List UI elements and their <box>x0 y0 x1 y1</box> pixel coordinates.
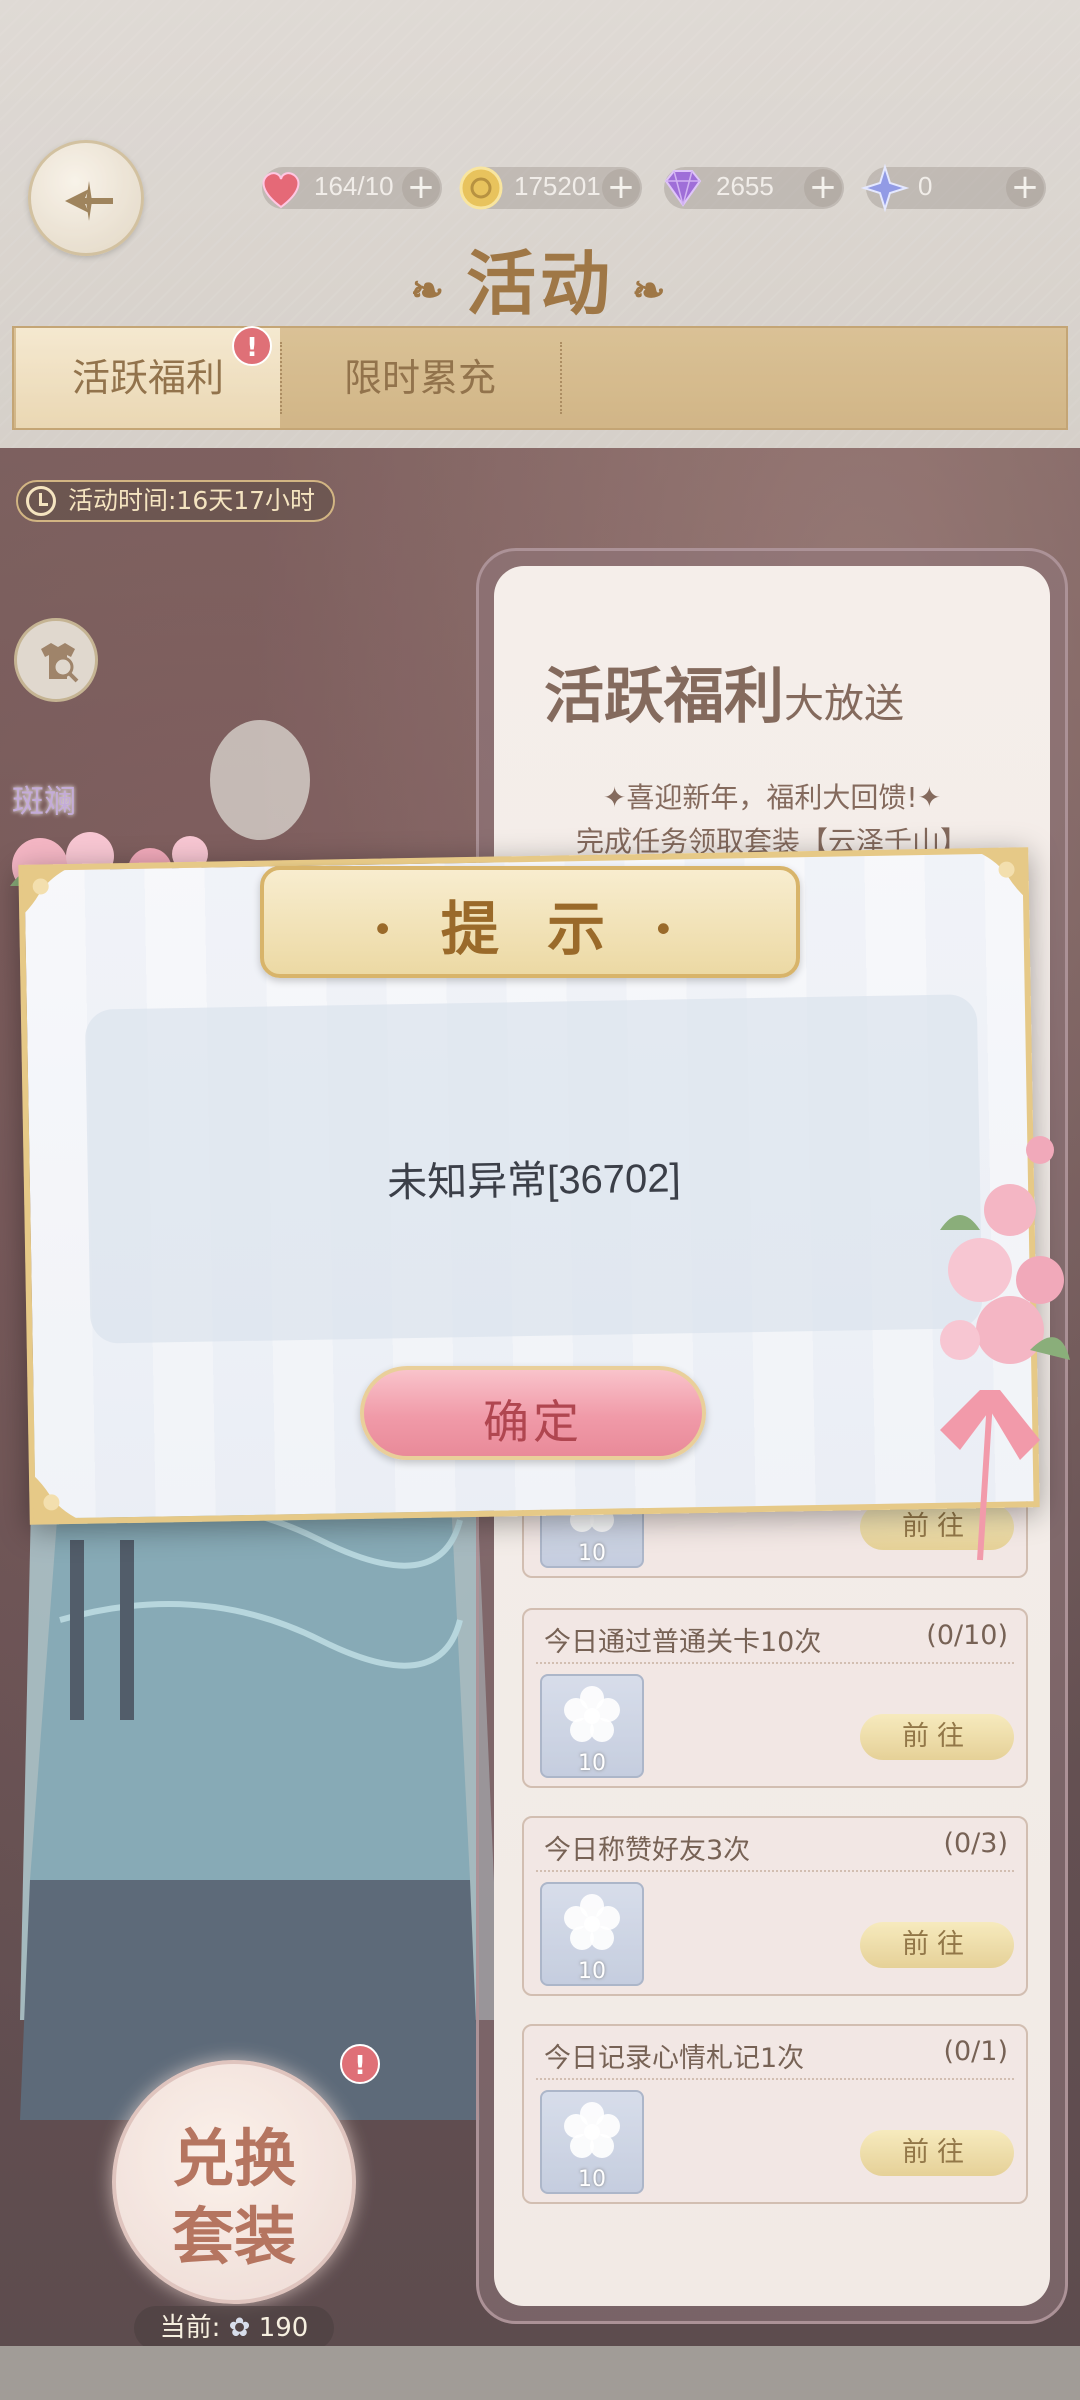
corner-ornament-icon <box>22 867 69 915</box>
corner-ornament-icon <box>978 851 1026 898</box>
dialog-title-plate: · 提 示 · <box>260 866 800 978</box>
confirm-button[interactable]: 确定 <box>360 1366 706 1460</box>
corner-ornament-icon <box>32 1474 80 1521</box>
rose-bouquet-decoration <box>940 1136 1070 1561</box>
